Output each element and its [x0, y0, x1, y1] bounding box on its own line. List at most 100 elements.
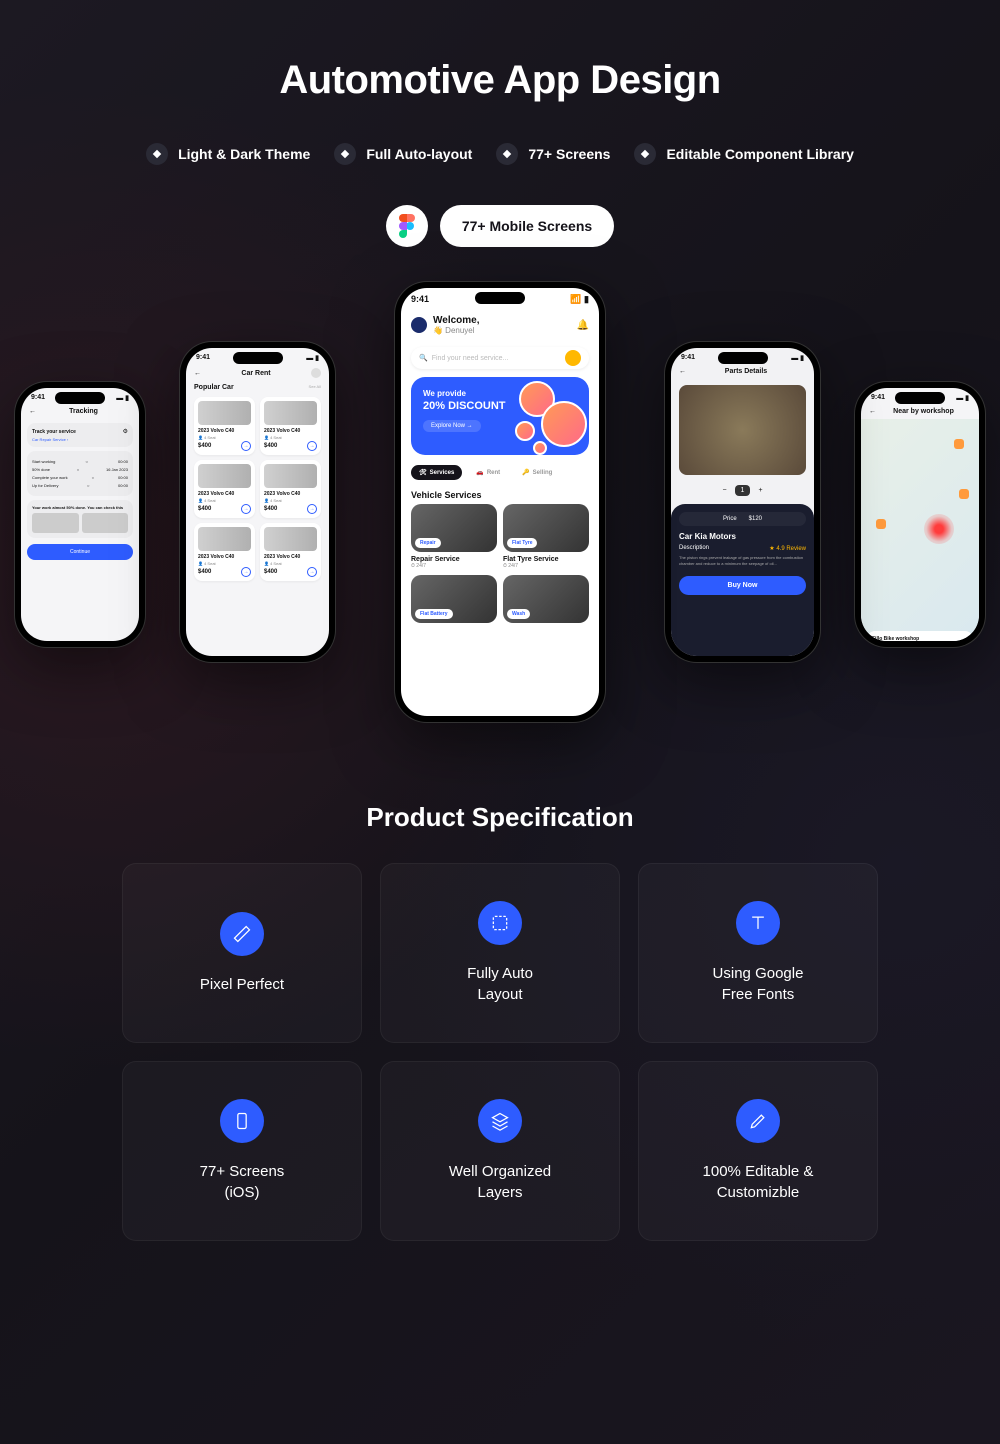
arrow-icon[interactable]: → — [241, 441, 251, 451]
diamond-icon — [146, 143, 168, 165]
tab-rent[interactable]: 🚗 Rent — [468, 465, 508, 480]
qty-plus[interactable]: + — [758, 487, 762, 494]
spec-card: Pixel Perfect — [122, 863, 362, 1043]
spec-title: Product Specification — [0, 802, 1000, 833]
service-repair[interactable]: Repair — [411, 504, 497, 552]
service-flat-battery[interactable]: Flat Battery — [411, 575, 497, 623]
hero-title: Automotive App Design — [0, 0, 1000, 103]
search-input[interactable]: 🔍 Find your need service... — [411, 347, 589, 369]
back-icon[interactable]: ← — [869, 408, 876, 415]
spec-grid: Pixel Perfect Fully AutoLayout Using Goo… — [0, 863, 1000, 1241]
layout-icon — [478, 901, 522, 945]
spec-card: 100% Editable &Customizble — [638, 1061, 878, 1241]
service-title: Repair Service — [411, 552, 497, 563]
car-card[interactable]: 2023 Volvo C40 👤 4 Seat $400→ — [194, 523, 255, 581]
car-card[interactable]: 2023 Volvo C40 👤 4 Seat $400→ — [194, 397, 255, 455]
feature-row: Light & Dark Theme Full Auto-layout 77+ … — [0, 143, 1000, 165]
phone-map: 9:41▬ ▮ ←Near by workshop Fillo Bike wor… — [855, 382, 985, 647]
avatar-icon[interactable] — [311, 368, 321, 378]
tabs: 🛠 Services 🚗 Rent 🔑 Selling — [411, 465, 589, 480]
car-price: $400 — [198, 443, 211, 449]
car-seat: 👤 4 Seat — [198, 498, 216, 503]
car-image — [198, 401, 251, 425]
arrow-icon[interactable]: → — [307, 441, 317, 451]
arrow-icon[interactable]: → — [241, 504, 251, 514]
price-value: $120 — [749, 516, 762, 522]
car-seat: 👤 4 Seat — [264, 498, 282, 503]
car-price: $400 — [198, 569, 211, 575]
map-pin-icon — [954, 439, 964, 449]
spec-label: Using GoogleFree Fonts — [693, 963, 824, 1005]
map-view[interactable]: Fillo Bike workshop Shop No 123abAB View… — [861, 419, 979, 641]
details-panel: Price$120 Car Kia Motors Description★ 4.… — [671, 504, 814, 656]
spec-label: Fully AutoLayout — [447, 963, 553, 1005]
back-icon[interactable]: ← — [194, 370, 201, 377]
car-image — [264, 527, 317, 551]
avatar[interactable] — [411, 317, 427, 333]
service-wash[interactable]: Wash — [503, 575, 589, 623]
arrow-icon[interactable]: → — [307, 504, 317, 514]
qty-minus[interactable]: − — [722, 487, 726, 494]
spec-label: Pixel Perfect — [180, 974, 304, 995]
phones-stage: 9:41▬ ▮ ←Tracking Track your service⚙ Ca… — [0, 282, 1000, 752]
figma-icon — [386, 205, 428, 247]
spec-card: Well OrganizedLayers — [380, 1061, 620, 1241]
back-icon[interactable]: ← — [679, 368, 686, 375]
feature-label: Full Auto-layout — [366, 146, 472, 162]
status-time: 9:41 — [681, 354, 695, 362]
screens-badge: 77+ Mobile Screens — [440, 205, 614, 247]
bell-icon[interactable]: 🔔 — [577, 320, 589, 331]
service-sub: ⏱ 24/7 — [411, 563, 497, 569]
badge-row: 77+ Mobile Screens — [0, 205, 1000, 247]
tab-selling[interactable]: 🔑 Selling — [514, 465, 560, 480]
camera-icon[interactable] — [565, 350, 581, 366]
arrow-icon[interactable]: → — [307, 567, 317, 577]
search-icon: 🔍 — [419, 354, 428, 362]
back-icon[interactable]: ← — [29, 408, 36, 415]
screen-title: Near by workshop — [893, 408, 954, 415]
qty-value: 1 — [735, 485, 751, 496]
car-seat: 👤 4 Seat — [264, 435, 282, 440]
status-icons: ▬ ▮ — [791, 354, 804, 362]
track-row: Up for Delivery○00:00 — [32, 483, 128, 488]
spec-label: Well OrganizedLayers — [429, 1161, 571, 1203]
car-card[interactable]: 2023 Volvo C40 👤 4 Seat $400→ — [260, 460, 321, 518]
track-row: 50% done○16 Jan 2023 — [32, 467, 128, 472]
status-time: 9:41 — [196, 354, 210, 362]
car-card[interactable]: 2023 Volvo C40 👤 4 Seat $400→ — [260, 523, 321, 581]
diamond-icon — [496, 143, 518, 165]
desc-label: Description — [679, 545, 709, 552]
car-card[interactable]: 2023 Volvo C40 👤 4 Seat $400→ — [194, 460, 255, 518]
workshop-card[interactable]: Fillo Bike workshop Shop No 123abAB View… — [867, 631, 973, 641]
tab-services[interactable]: 🛠 Services — [411, 465, 462, 480]
feature-auto-layout: Full Auto-layout — [334, 143, 472, 165]
status-icons: ▬ ▮ — [306, 354, 319, 362]
edit-icon — [736, 1099, 780, 1143]
spec-card: Using GoogleFree Fonts — [638, 863, 878, 1043]
car-name: 2023 Volvo C40 — [198, 491, 251, 497]
car-image — [264, 401, 317, 425]
car-card[interactable]: 2023 Volvo C40 👤 4 Seat $400→ — [260, 397, 321, 455]
see-all-link[interactable]: See All — [309, 384, 321, 391]
services-heading: Vehicle Services — [401, 486, 599, 504]
arrow-icon[interactable]: → — [241, 567, 251, 577]
service-flat-tyre[interactable]: Flat Tyre — [503, 504, 589, 552]
part-image — [679, 385, 806, 475]
service-chip[interactable]: Car Repair Service › — [32, 437, 128, 442]
status-icons: ▬ ▮ — [116, 394, 129, 402]
status-icons: ▬ ▮ — [956, 394, 969, 402]
spec-label: 77+ Screens(iOS) — [180, 1161, 305, 1203]
continue-button[interactable]: Continue — [27, 544, 133, 560]
welcome-label: Welcome, — [433, 315, 480, 326]
phone-parts: 9:41▬ ▮ ←Parts Details −1+ Price$120 Car… — [665, 342, 820, 662]
promo-card[interactable]: We provide 20% DISCOUNT Explore Now → — [411, 377, 589, 455]
car-grid: 2023 Volvo C40 👤 4 Seat $400→ 2023 Volvo… — [186, 393, 329, 585]
car-name: 2023 Volvo C40 — [264, 554, 317, 560]
explore-button[interactable]: Explore Now → — [423, 420, 481, 432]
car-image — [264, 464, 317, 488]
status-icons: 📶 ▮ — [570, 294, 589, 305]
status-time: 9:41 — [31, 394, 45, 402]
buy-button[interactable]: Buy Now — [679, 576, 806, 595]
gear-icon[interactable]: ⚙ — [123, 428, 128, 435]
desc-text: The piston rings prevent leakage of gas … — [679, 555, 806, 566]
